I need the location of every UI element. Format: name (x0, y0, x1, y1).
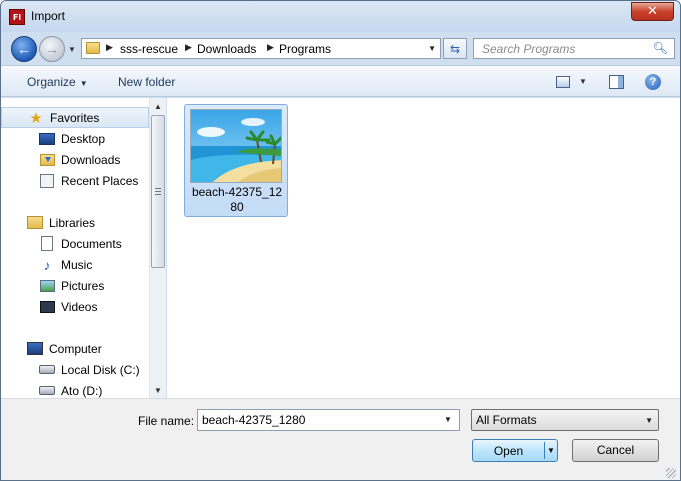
downloads-folder-icon (39, 152, 55, 168)
address-dropdown-icon[interactable]: ▼ (428, 44, 436, 53)
navigation-scrollbar[interactable]: ▲ ▼ (149, 98, 166, 398)
sidebar-item-libraries[interactable]: Libraries (1, 212, 149, 233)
new-folder-button[interactable]: New folder (118, 75, 175, 89)
breadcrumb-separator-icon[interactable]: ▶ (267, 42, 274, 53)
dialog-footer: File name: ▼ All Formats ▼ Open ▼ Cancel (1, 398, 680, 480)
file-name-dropdown-icon[interactable]: ▼ (444, 415, 452, 424)
search-input[interactable]: Search Programs 🔍︎ (473, 38, 675, 59)
cancel-button[interactable]: Cancel (572, 439, 659, 462)
breadcrumb-separator-icon[interactable]: ▶ (185, 42, 192, 53)
open-label: Open (493, 444, 524, 458)
recent-locations-dropdown[interactable]: ▼ (67, 44, 77, 54)
pictures-icon (39, 278, 55, 294)
resize-grip-icon[interactable] (666, 468, 676, 478)
grip-icon (155, 188, 161, 195)
search-icon[interactable]: 🔍︎ (653, 41, 668, 55)
open-options-chevron-icon[interactable]: ▼ (547, 446, 555, 455)
folder-icon (86, 42, 100, 54)
sidebar-item-favorites[interactable]: ★ Favorites (1, 107, 149, 128)
disk-icon (39, 362, 55, 378)
file-format-select[interactable]: All Formats ▼ (471, 409, 659, 431)
chevron-down-icon: ▼ (79, 79, 88, 88)
computer-icon (27, 341, 43, 357)
split-divider (544, 442, 545, 459)
file-name-label: File name: (138, 414, 195, 428)
sidebar-item-music[interactable]: ♪ Music (1, 254, 149, 275)
change-view-icon[interactable] (556, 76, 570, 88)
scrollbar-thumb[interactable] (151, 115, 165, 268)
beach-image-icon (191, 110, 281, 182)
file-name-input[interactable] (197, 409, 460, 431)
help-icon[interactable]: ? (645, 74, 661, 90)
flash-app-icon: Fl (9, 9, 25, 25)
sidebar-item-recent-places[interactable]: Recent Places (1, 170, 149, 191)
scroll-down-icon[interactable]: ▼ (150, 382, 166, 398)
breadcrumb-item[interactable]: Downloads (197, 42, 256, 56)
beach-image-thumbnail (190, 109, 282, 183)
breadcrumb-item[interactable]: Programs (279, 42, 331, 56)
window-title: Import (31, 9, 66, 23)
documents-icon (39, 236, 55, 252)
breadcrumb-item[interactable]: sss-rescue (120, 42, 178, 56)
sidebar-item-desktop[interactable]: Desktop (1, 128, 149, 149)
disk-icon (39, 383, 55, 399)
sidebar-item-downloads[interactable]: Downloads (1, 149, 149, 170)
sidebar-item-local-disk-c[interactable]: Local Disk (C:) (1, 359, 149, 380)
sidebar-item-pictures[interactable]: Pictures (1, 275, 149, 296)
search-placeholder: Search Programs (482, 42, 576, 56)
open-button[interactable]: Open ▼ (472, 439, 558, 462)
breadcrumb-separator-icon[interactable]: ▶ (106, 42, 113, 53)
file-format-value: All Formats (476, 413, 537, 427)
title-bar[interactable]: Fl Import ✕ (1, 1, 680, 32)
chevron-down-icon: ▼ (645, 416, 653, 425)
file-name-label: beach-42375_1280 (191, 185, 283, 214)
sidebar-item-videos[interactable]: Videos (1, 296, 149, 317)
refresh-button[interactable]: ⇆ (443, 38, 467, 59)
recent-places-icon (39, 173, 55, 189)
preview-pane-icon[interactable] (609, 75, 624, 89)
refresh-icon: ⇆ (449, 41, 461, 56)
close-button[interactable]: ✕ (631, 2, 674, 21)
sidebar-item-documents[interactable]: Documents (1, 233, 149, 254)
forward-arrow-icon: → (45, 41, 59, 57)
back-arrow-icon: ← (17, 41, 31, 57)
forward-button[interactable]: → (39, 36, 65, 62)
import-dialog: Fl Import ✕ ← → ▼ ▶ sss-rescue ▶ Downloa… (0, 0, 681, 481)
sidebar-item-computer[interactable]: Computer (1, 338, 149, 359)
organize-label: Organize (27, 75, 76, 89)
libraries-icon (27, 215, 43, 231)
file-item[interactable]: beach-42375_1280 (184, 104, 288, 217)
back-button[interactable]: ← (11, 36, 37, 62)
close-icon: ✕ (647, 4, 658, 19)
organize-button[interactable]: Organize ▼ (27, 75, 88, 89)
scroll-up-icon[interactable]: ▲ (150, 98, 166, 114)
view-options-chevron-icon[interactable]: ▼ (579, 77, 587, 86)
videos-icon (39, 299, 55, 315)
desktop-icon (39, 131, 55, 147)
music-icon: ♪ (43, 256, 51, 273)
command-bar: Organize ▼ New folder ▼ ? (1, 65, 680, 97)
address-bar[interactable]: ▶ sss-rescue ▶ Downloads ▶ Programs ▼ (81, 38, 441, 59)
file-list[interactable]: beach-42375_1280 (167, 98, 680, 398)
star-icon: ★ (29, 109, 43, 127)
navigation-pane: ★ Favorites Desktop Downloads Recent Pla… (1, 98, 166, 398)
